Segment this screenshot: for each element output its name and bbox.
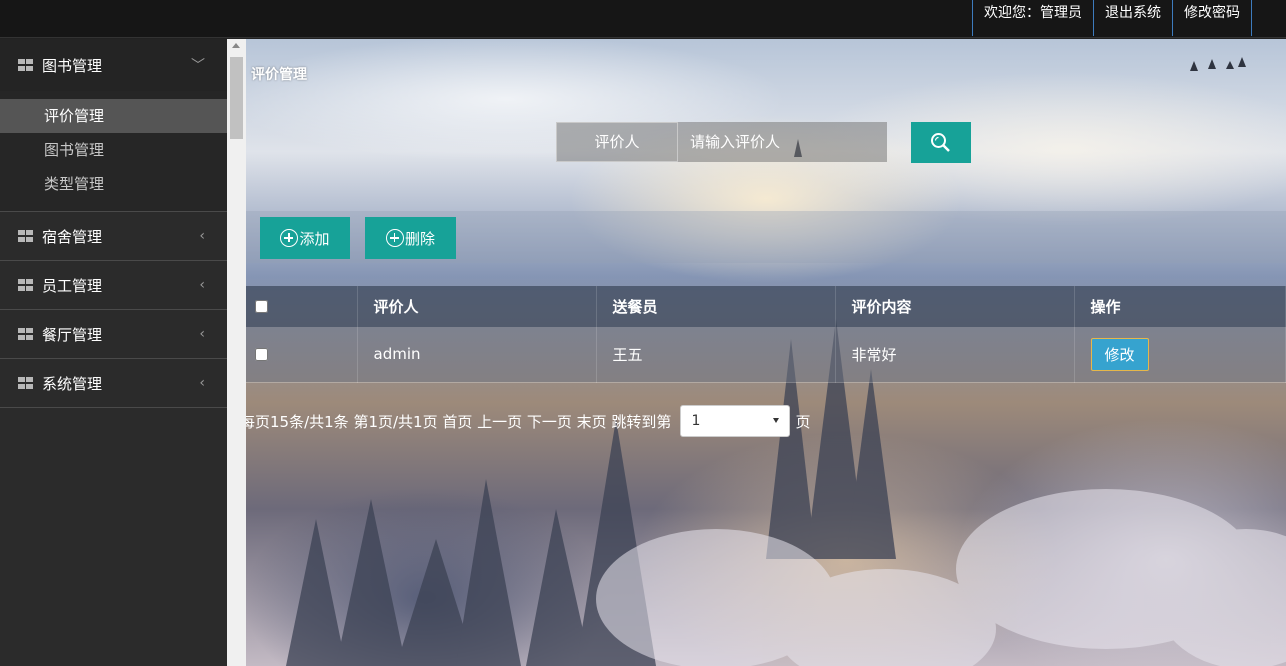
grid-icon — [18, 279, 33, 291]
page-select-value: 1 — [691, 413, 701, 429]
page-select[interactable]: 1 — [680, 405, 791, 437]
grid-icon — [18, 328, 33, 340]
menu-group-restaurant: 餐厅管理 ‹ — [0, 310, 227, 359]
change-password-link[interactable]: 修改密码 — [1172, 0, 1252, 36]
search-box: 评价人 — [556, 122, 887, 162]
reviewer-cell: admin — [357, 327, 597, 383]
table-header-row: 评价人 送餐员 评价内容 操作 — [246, 286, 1286, 327]
courier-cell: 王五 — [596, 327, 836, 383]
chevron-left-icon: ‹ — [199, 375, 205, 391]
menu-label: 系统管理 — [42, 374, 103, 393]
pagination-suffix: 页 — [795, 412, 811, 431]
menu-head-books[interactable]: 图书管理 ﹀ — [0, 39, 227, 91]
row-checkbox-cell — [246, 327, 358, 383]
menu-group-dorms: 宿舍管理 ‹ — [0, 212, 227, 261]
menu-label: 员工管理 — [42, 276, 103, 295]
menu-label: 图书管理 — [42, 56, 103, 75]
edit-button[interactable]: 修改 — [1090, 337, 1149, 371]
pagination: 每页15条/共1条 第1页/共1页 首页 上一页 下一页 末页 跳转到第 1 页 — [246, 404, 814, 438]
menu-head-system[interactable]: 系统管理 ‹ — [0, 359, 227, 407]
column-header: 评价人 — [357, 286, 597, 327]
add-button-label: 添加 — [299, 230, 330, 248]
table-row: admin 王五 非常好 修改 — [246, 327, 1286, 383]
menu-label: 餐厅管理 — [42, 325, 103, 344]
page-title: 评价管理 — [251, 67, 307, 83]
dropdown-caret-icon — [773, 418, 780, 423]
chevron-left-icon: ‹ — [199, 277, 205, 293]
plus-circle-icon — [280, 229, 299, 247]
pagination-text: 每页15条/共1条 第1页/共1页 首页 上一页 下一页 末页 跳转到第 — [246, 412, 672, 431]
search-button[interactable] — [911, 122, 971, 163]
sidebar-scrollbar[interactable] — [227, 39, 246, 666]
welcome-link[interactable]: 欢迎您：管理员 — [972, 0, 1093, 36]
menu-head-staff[interactable]: 员工管理 ‹ — [0, 261, 227, 309]
sidebar-item-types[interactable]: 类型管理 — [0, 167, 227, 201]
menu-group-books: 图书管理 ﹀ 评价管理 图书管理 类型管理 — [0, 39, 227, 212]
chevron-left-icon: ‹ — [199, 326, 205, 342]
action-cell: 修改 — [1074, 327, 1286, 383]
reviews-table: 评价人 送餐员 评价内容 操作 admin 王五 非常好 修改 — [246, 286, 1286, 383]
top-bar: 欢迎您：管理员 退出系统 修改密码 — [0, 0, 1286, 38]
column-header: 评价内容 — [835, 286, 1075, 327]
plus-circle-icon — [385, 229, 404, 247]
select-all-checkbox[interactable] — [255, 300, 268, 313]
logout-link[interactable]: 退出系统 — [1093, 0, 1172, 36]
grid-icon — [18, 230, 33, 242]
scroll-thumb[interactable] — [230, 57, 243, 139]
menu-head-restaurant[interactable]: 餐厅管理 ‹ — [0, 310, 227, 358]
sidebar-item-reviews[interactable]: 评价管理 — [0, 99, 227, 133]
column-header: 送餐员 — [596, 286, 836, 327]
menu-group-staff: 员工管理 ‹ — [0, 261, 227, 310]
delete-button[interactable]: 删除 — [365, 217, 456, 259]
scroll-up-arrow-icon[interactable] — [232, 43, 240, 48]
header-checkbox-cell — [246, 286, 358, 327]
chevron-down-icon: ﹀ — [191, 58, 205, 74]
search-icon — [931, 133, 950, 152]
menu-group-system: 系统管理 ‹ — [0, 359, 227, 408]
row-checkbox[interactable] — [255, 347, 268, 361]
sidebar: 图书管理 ﹀ 评价管理 图书管理 类型管理 宿舍管理 ‹ 员工管理 ‹ 餐厅管理… — [0, 39, 227, 666]
grid-icon — [18, 59, 33, 71]
grid-icon — [18, 377, 33, 389]
sidebar-item-books[interactable]: 图书管理 — [0, 133, 227, 167]
menu-head-dorms[interactable]: 宿舍管理 ‹ — [0, 212, 227, 260]
search-label: 评价人 — [556, 122, 678, 162]
delete-button-label: 删除 — [404, 230, 435, 248]
submenu-books: 评价管理 图书管理 类型管理 — [0, 91, 227, 211]
search-input[interactable] — [678, 122, 887, 162]
add-button[interactable]: 添加 — [260, 217, 350, 259]
main-content: 评价管理 评价人 添加 删除 评价人 送餐员 评价内容 操作 — [246, 39, 1286, 666]
top-links: 欢迎您：管理员 退出系统 修改密码 — [972, 0, 1252, 36]
toolbar: 添加 删除 — [246, 211, 1286, 263]
menu-label: 宿舍管理 — [42, 227, 103, 246]
content-cell: 非常好 — [835, 327, 1075, 383]
column-header: 操作 — [1074, 286, 1286, 327]
chevron-left-icon: ‹ — [199, 228, 205, 244]
